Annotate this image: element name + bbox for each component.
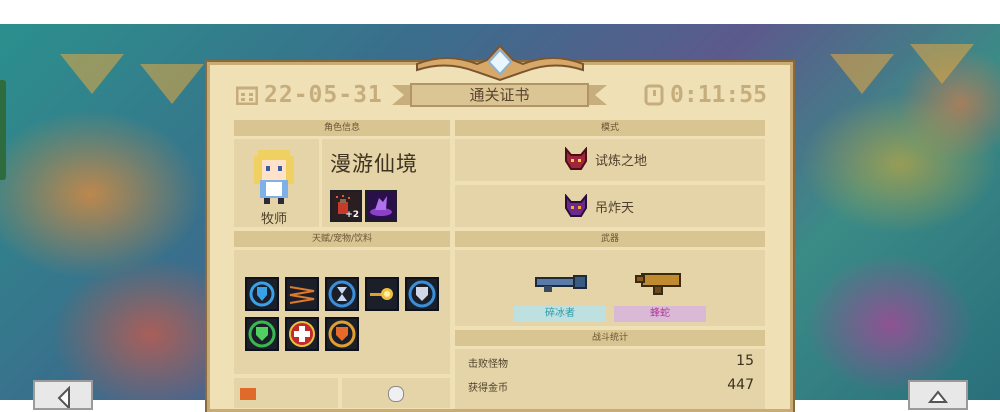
buff-count: +2 <box>345 210 359 220</box>
certificate-title: 通关证书 <box>410 83 589 107</box>
status-bar <box>0 0 1000 24</box>
stat-label: 获得金币 <box>468 383 508 394</box>
green-shield-talent-icon <box>245 317 279 351</box>
mode-label: 试炼之地 <box>595 153 648 169</box>
blue-shield-talent-icon <box>245 277 279 311</box>
arrow-up-icon <box>927 390 949 403</box>
mode-label: 吊炸天 <box>595 200 635 216</box>
weapon-name-1: 碎冰者 <box>514 306 606 322</box>
character-section-header: 角色信息 <box>234 120 450 136</box>
skull-mask-icon <box>565 194 587 217</box>
character-name: 漫游仙境 <box>330 152 418 176</box>
pet-icon <box>240 388 256 400</box>
demon-mask-icon <box>565 147 587 170</box>
wasp-weapon-icon <box>635 273 681 295</box>
side-tab[interactable] <box>0 80 6 180</box>
fire-shield-talent-icon <box>325 317 359 351</box>
pennant-decoration <box>830 54 894 94</box>
banner-tail-right <box>587 85 607 105</box>
character-sprite-icon <box>254 150 294 204</box>
mode-section-header: 模式 <box>455 120 765 136</box>
clock-icon <box>644 84 664 106</box>
armor-talent-icon <box>405 277 439 311</box>
time-text: 0:11:55 <box>670 82 767 108</box>
arrow-left-icon <box>57 385 70 411</box>
weapons-section-header: 武器 <box>455 231 765 247</box>
date-display: 22-05-31 <box>236 82 383 108</box>
pennant-decoration <box>140 64 204 104</box>
zigzag-talent-icon <box>285 277 319 311</box>
weapon-name-2: 蜂蛇 <box>614 306 706 322</box>
back-button[interactable] <box>33 380 93 411</box>
pennant-decoration <box>60 54 124 94</box>
stats-section-header: 战斗统计 <box>455 330 765 346</box>
skill-icon <box>365 190 397 222</box>
share-button[interactable] <box>908 380 968 410</box>
stat-value: 15 <box>736 353 754 369</box>
stat-label: 击败怪物 <box>468 359 508 370</box>
explosion-talent-icon <box>365 277 399 311</box>
crystal-ornament-icon <box>416 44 584 82</box>
potion-buff-icon: +2 <box>330 190 362 222</box>
talents-section-header: 天赋/宠物/饮料 <box>234 231 450 247</box>
banner-tail-left <box>392 85 412 105</box>
health-cross-talent-icon <box>285 317 319 351</box>
calendar-icon <box>236 86 258 105</box>
stat-value: 447 <box>727 377 754 393</box>
pennant-decoration <box>910 44 974 84</box>
mode-item-1: 试炼之地 <box>563 147 647 171</box>
ice-breaker-weapon-icon <box>535 275 587 292</box>
character-class: 牧师 <box>260 212 287 227</box>
time-display: 0:11:55 <box>644 82 767 108</box>
mode-item-2: 吊炸天 <box>563 194 634 218</box>
date-text: 22-05-31 <box>264 82 383 108</box>
hourglass-talent-icon <box>325 277 359 311</box>
title-banner: 通关证书 <box>392 80 607 110</box>
weapons-box <box>455 250 765 326</box>
